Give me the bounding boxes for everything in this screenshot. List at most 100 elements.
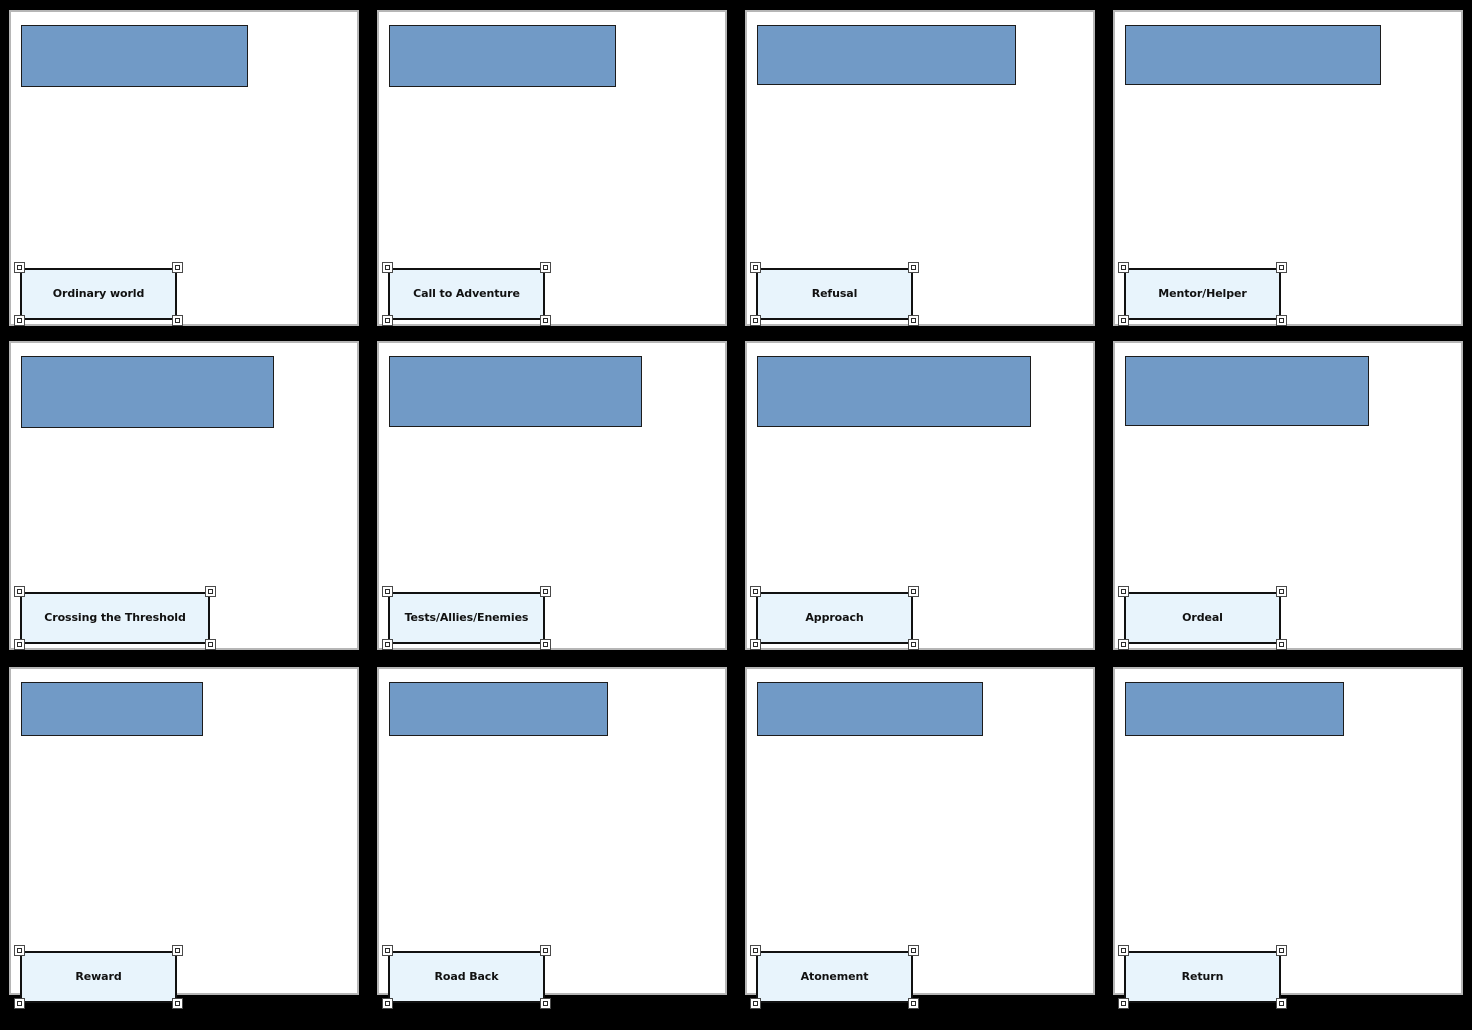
- resize-handle-bottom-right-icon[interactable]: [540, 998, 551, 1009]
- image-placeholder-icon[interactable]: [389, 682, 608, 736]
- resize-handle-top-left-icon[interactable]: [1118, 945, 1129, 956]
- caption-textbox-10[interactable]: Road Back: [382, 945, 551, 1009]
- caption-box[interactable]: Call to Adventure: [388, 268, 545, 320]
- image-placeholder-icon[interactable]: [757, 356, 1031, 427]
- resize-handle-bottom-right-icon[interactable]: [1276, 998, 1287, 1009]
- resize-handle-top-right-icon[interactable]: [1276, 945, 1287, 956]
- caption-textbox-1[interactable]: Ordinary world: [14, 262, 183, 326]
- caption-textbox-9[interactable]: Reward: [14, 945, 183, 1009]
- resize-handle-bottom-left-icon[interactable]: [382, 315, 393, 326]
- caption-textbox-2[interactable]: Call to Adventure: [382, 262, 551, 326]
- storyboard-cell-10[interactable]: Road Back: [368, 658, 736, 1030]
- storyboard-panel-8[interactable]: Ordeal: [1113, 341, 1463, 650]
- resize-handle-top-right-icon[interactable]: [540, 262, 551, 273]
- resize-handle-top-left-icon[interactable]: [14, 945, 25, 956]
- resize-handle-bottom-left-icon[interactable]: [750, 998, 761, 1009]
- storyboard-panel-5[interactable]: Crossing the Threshold: [9, 341, 359, 650]
- caption-box[interactable]: Refusal: [756, 268, 913, 320]
- image-placeholder-icon[interactable]: [21, 25, 248, 87]
- storyboard-panel-4[interactable]: Mentor/Helper: [1113, 10, 1463, 326]
- storyboard-panel-3[interactable]: Refusal: [745, 10, 1095, 326]
- resize-handle-bottom-left-icon[interactable]: [750, 639, 761, 650]
- resize-handle-bottom-right-icon[interactable]: [205, 639, 216, 650]
- caption-textbox-3[interactable]: Refusal: [750, 262, 919, 326]
- caption-box[interactable]: Reward: [20, 951, 177, 1003]
- image-placeholder-icon[interactable]: [389, 25, 616, 87]
- resize-handle-top-right-icon[interactable]: [540, 945, 551, 956]
- caption-textbox-4[interactable]: Mentor/Helper: [1118, 262, 1287, 326]
- resize-handle-bottom-left-icon[interactable]: [1118, 315, 1129, 326]
- caption-box[interactable]: Road Back: [388, 951, 545, 1003]
- resize-handle-bottom-right-icon[interactable]: [172, 998, 183, 1009]
- image-placeholder-icon[interactable]: [21, 682, 203, 736]
- resize-handle-bottom-right-icon[interactable]: [908, 639, 919, 650]
- resize-handle-bottom-right-icon[interactable]: [540, 639, 551, 650]
- caption-textbox-5[interactable]: Crossing the Threshold: [14, 586, 216, 650]
- resize-handle-top-left-icon[interactable]: [382, 262, 393, 273]
- caption-box[interactable]: Tests/Allies/Enemies: [388, 592, 545, 644]
- resize-handle-top-right-icon[interactable]: [540, 586, 551, 597]
- resize-handle-bottom-right-icon[interactable]: [172, 315, 183, 326]
- storyboard-cell-4[interactable]: Mentor/Helper: [1104, 0, 1472, 332]
- caption-textbox-12[interactable]: Return: [1118, 945, 1287, 1009]
- resize-handle-bottom-left-icon[interactable]: [382, 639, 393, 650]
- storyboard-cell-12[interactable]: Return: [1104, 658, 1472, 1030]
- storyboard-panel-11[interactable]: Atonement: [745, 667, 1095, 1009]
- resize-handle-top-right-icon[interactable]: [1276, 262, 1287, 273]
- image-placeholder-icon[interactable]: [389, 356, 642, 427]
- caption-textbox-11[interactable]: Atonement: [750, 945, 919, 1009]
- storyboard-panel-9[interactable]: Reward: [9, 667, 359, 1009]
- resize-handle-bottom-right-icon[interactable]: [1276, 639, 1287, 650]
- resize-handle-top-right-icon[interactable]: [908, 945, 919, 956]
- image-placeholder-icon[interactable]: [21, 356, 274, 428]
- image-placeholder-icon[interactable]: [757, 25, 1016, 85]
- image-placeholder-icon[interactable]: [1125, 682, 1344, 736]
- resize-handle-top-left-icon[interactable]: [1118, 586, 1129, 597]
- caption-textbox-6[interactable]: Tests/Allies/Enemies: [382, 586, 551, 650]
- caption-box[interactable]: Mentor/Helper: [1124, 268, 1281, 320]
- storyboard-cell-1[interactable]: Ordinary world: [0, 0, 368, 332]
- resize-handle-bottom-right-icon[interactable]: [1276, 315, 1287, 326]
- resize-handle-bottom-right-icon[interactable]: [908, 315, 919, 326]
- resize-handle-top-left-icon[interactable]: [1118, 262, 1129, 273]
- caption-textbox-8[interactable]: Ordeal: [1118, 586, 1287, 650]
- resize-handle-bottom-left-icon[interactable]: [1118, 639, 1129, 650]
- storyboard-cell-11[interactable]: Atonement: [736, 658, 1104, 1030]
- storyboard-cell-7[interactable]: Approach: [736, 332, 1104, 658]
- caption-box[interactable]: Ordeal: [1124, 592, 1281, 644]
- resize-handle-top-left-icon[interactable]: [382, 945, 393, 956]
- resize-handle-top-right-icon[interactable]: [172, 262, 183, 273]
- image-placeholder-icon[interactable]: [1125, 356, 1369, 426]
- resize-handle-top-left-icon[interactable]: [750, 945, 761, 956]
- resize-handle-bottom-right-icon[interactable]: [908, 998, 919, 1009]
- resize-handle-bottom-left-icon[interactable]: [14, 639, 25, 650]
- resize-handle-top-right-icon[interactable]: [1276, 586, 1287, 597]
- storyboard-cell-9[interactable]: Reward: [0, 658, 368, 1030]
- storyboard-cell-8[interactable]: Ordeal: [1104, 332, 1472, 658]
- storyboard-panel-6[interactable]: Tests/Allies/Enemies: [377, 341, 727, 650]
- caption-box[interactable]: Approach: [756, 592, 913, 644]
- resize-handle-bottom-right-icon[interactable]: [540, 315, 551, 326]
- resize-handle-top-right-icon[interactable]: [908, 262, 919, 273]
- resize-handle-top-left-icon[interactable]: [750, 262, 761, 273]
- resize-handle-bottom-left-icon[interactable]: [382, 998, 393, 1009]
- storyboard-panel-7[interactable]: Approach: [745, 341, 1095, 650]
- storyboard-panel-1[interactable]: Ordinary world: [9, 10, 359, 326]
- storyboard-panel-2[interactable]: Call to Adventure: [377, 10, 727, 326]
- resize-handle-bottom-left-icon[interactable]: [1118, 998, 1129, 1009]
- caption-textbox-7[interactable]: Approach: [750, 586, 919, 650]
- resize-handle-top-right-icon[interactable]: [205, 586, 216, 597]
- resize-handle-top-left-icon[interactable]: [382, 586, 393, 597]
- resize-handle-top-right-icon[interactable]: [908, 586, 919, 597]
- caption-box[interactable]: Crossing the Threshold: [20, 592, 210, 644]
- storyboard-panel-10[interactable]: Road Back: [377, 667, 727, 1009]
- resize-handle-top-left-icon[interactable]: [14, 586, 25, 597]
- storyboard-cell-5[interactable]: Crossing the Threshold: [0, 332, 368, 658]
- storyboard-cell-6[interactable]: Tests/Allies/Enemies: [368, 332, 736, 658]
- image-placeholder-icon[interactable]: [757, 682, 983, 736]
- storyboard-cell-3[interactable]: Refusal: [736, 0, 1104, 332]
- resize-handle-top-left-icon[interactable]: [14, 262, 25, 273]
- resize-handle-top-left-icon[interactable]: [750, 586, 761, 597]
- storyboard-cell-2[interactable]: Call to Adventure: [368, 0, 736, 332]
- caption-box[interactable]: Return: [1124, 951, 1281, 1003]
